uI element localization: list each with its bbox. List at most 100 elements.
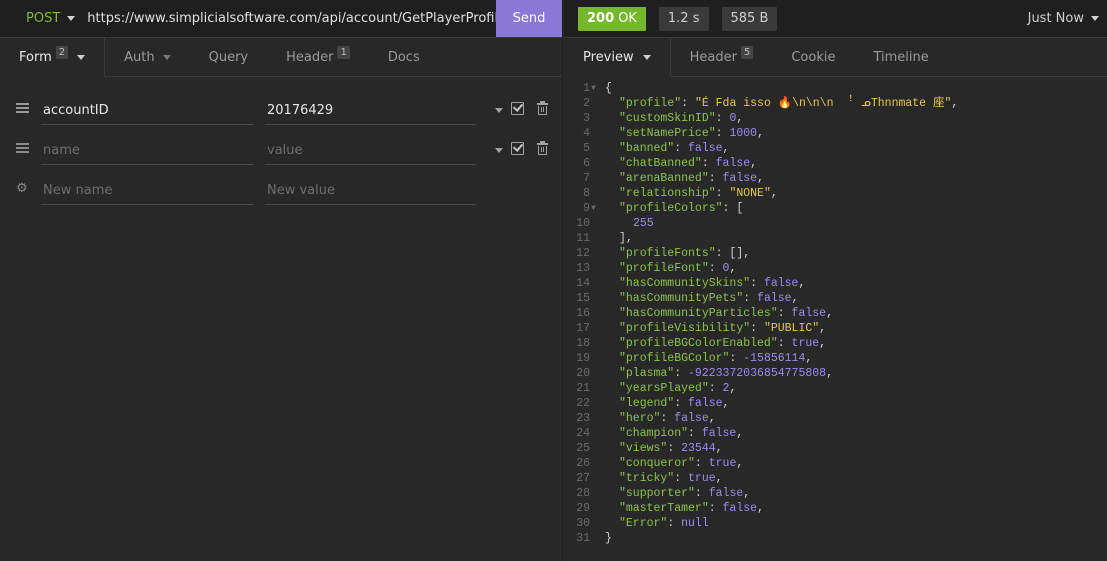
fold-arrow-icon[interactable]: ▼ — [591, 81, 596, 96]
tab-preview[interactable]: Preview — [564, 38, 671, 77]
line-number: 6 — [583, 157, 590, 170]
line-number: 7 — [583, 172, 590, 185]
line-number: 1 — [583, 82, 590, 95]
param-value-input[interactable]: New value — [265, 176, 476, 205]
response-time-badge: 1.2 s — [658, 6, 709, 31]
code-line: 30 "Error": null — [564, 516, 1107, 531]
tab-label: Header — [689, 49, 737, 65]
code-line: 22 "legend": false, — [564, 396, 1107, 411]
drag-handle-icon[interactable] — [16, 103, 29, 115]
param-name-input[interactable]: name — [41, 136, 254, 165]
code-content: "Error": null — [605, 516, 709, 531]
code-content: "chatBanned": false, — [605, 156, 757, 171]
json-punctuation: : — [715, 112, 730, 125]
status-code: 200 — [587, 11, 615, 26]
code-content: "profileFonts": [], — [605, 246, 750, 261]
json-literal: false — [763, 277, 799, 290]
line-number: 24 — [576, 427, 590, 440]
json-punctuation: , — [798, 277, 806, 290]
code-content: ], — [605, 231, 633, 246]
send-button[interactable]: Send — [496, 0, 562, 37]
method-label: POST — [26, 11, 61, 26]
json-literal: false — [688, 397, 723, 410]
json-literal: false — [757, 292, 792, 305]
response-body-viewer[interactable]: 1 ▼{2 "profile": "É Fda isso 🔥\n\n\n ꜝ ᓄTh… — [564, 78, 1107, 561]
json-key: "setNamePrice" — [619, 127, 716, 140]
code-line: 29 "masterTamer": false, — [564, 501, 1107, 516]
json-punctuation: , — [736, 427, 744, 440]
response-status-bar: 200 OK 1.2 s 585 B Just Now — [564, 0, 1107, 38]
line-number: 11 — [576, 232, 590, 245]
trash-icon[interactable] — [537, 141, 548, 155]
param-value-input[interactable]: value — [265, 136, 476, 165]
code-line: 4 "setNamePrice": 1000, — [564, 126, 1107, 141]
tab-cookie[interactable]: Cookie — [772, 38, 854, 76]
history-dropdown[interactable]: Just Now — [1028, 0, 1099, 37]
code-content: 255 — [605, 216, 654, 231]
json-key: "hero" — [619, 412, 661, 425]
code-content: "profileBGColorEnabled": true, — [605, 336, 826, 351]
tab-docs[interactable]: Docs — [369, 38, 439, 76]
tab-label: Docs — [387, 49, 420, 65]
code-content: "setNamePrice": 1000, — [605, 126, 764, 141]
json-key: "conqueror" — [619, 457, 695, 470]
param-name-input[interactable]: New name — [41, 176, 254, 205]
code-content: "customSkinID": 0, — [605, 111, 743, 126]
drag-handle-icon[interactable] — [16, 143, 29, 155]
json-punctuation: , — [736, 112, 744, 125]
json-key: "banned" — [619, 142, 675, 155]
code-content: { — [605, 81, 612, 96]
enable-checkbox-icon[interactable] — [511, 102, 524, 115]
tab-label: Timeline — [873, 49, 929, 65]
tab-auth[interactable]: Auth — [105, 38, 189, 76]
tab-query[interactable]: Query — [190, 38, 268, 76]
code-content: } — [605, 531, 612, 546]
form-row: name value — [0, 130, 562, 170]
url-input[interactable]: https://www.simplicialsoftware.com/api/a… — [87, 11, 506, 26]
tab-header[interactable]: Header 5 — [671, 38, 773, 76]
line-number: 28 — [576, 487, 590, 500]
param-value-input[interactable]: 20176429 — [265, 96, 476, 125]
json-punctuation: , — [736, 457, 744, 470]
param-value-value: 20176429 — [267, 102, 334, 118]
trash-icon[interactable] — [537, 101, 548, 115]
status-badge: 200 OK — [578, 6, 646, 31]
gear-icon[interactable]: ⚙ — [16, 182, 29, 195]
json-punctuation: : — [715, 127, 730, 140]
line-number: 26 — [576, 457, 590, 470]
tab-form[interactable]: Form 2 — [0, 38, 106, 77]
param-name-input[interactable]: accountID — [41, 96, 254, 125]
code-content: "hasCommunitySkins": false, — [605, 276, 805, 291]
json-punctuation: , — [791, 292, 799, 305]
code-line: 16 "hasCommunityParticles": false, — [564, 306, 1107, 321]
code-line: 27 "tricky": true, — [564, 471, 1107, 486]
tab-header[interactable]: Header 1 — [267, 38, 369, 76]
json-punctuation: , — [715, 442, 723, 455]
json-punctuation: : — [743, 292, 758, 305]
chevron-down-icon — [67, 16, 76, 21]
code-line: 12 "profileFonts": [], — [564, 246, 1107, 261]
line-number: 31 — [576, 532, 590, 545]
param-value-placeholder: value — [267, 142, 303, 158]
code-line: 26 "conqueror": true, — [564, 456, 1107, 471]
json-punctuation: : — [660, 412, 675, 425]
count-badge: 1 — [337, 45, 350, 59]
json-string: "PUBLIC" — [763, 322, 820, 335]
param-type-dropdown-icon[interactable] — [495, 148, 503, 153]
enable-checkbox-icon[interactable] — [511, 142, 524, 155]
code-line: 5 "banned": false, — [564, 141, 1107, 156]
json-punctuation: : — [674, 397, 689, 410]
json-punctuation: : — [674, 367, 689, 380]
code-line: 23 "hero": false, — [564, 411, 1107, 426]
param-type-dropdown-icon[interactable] — [495, 108, 503, 113]
form-params: accountID 20176429 name value ⚙ New name New v… — [0, 77, 562, 210]
fold-arrow-icon[interactable]: ▼ — [591, 201, 596, 216]
json-literal: false — [791, 307, 827, 320]
tab-timeline[interactable]: Timeline — [854, 38, 947, 76]
method-dropdown[interactable]: POST — [26, 11, 76, 26]
line-number: 4 — [583, 127, 590, 140]
chevron-down-icon — [1091, 16, 1099, 21]
json-punctuation: , — [715, 472, 723, 485]
json-punctuation: : — [729, 352, 744, 365]
json-punctuation: : — [674, 142, 689, 155]
